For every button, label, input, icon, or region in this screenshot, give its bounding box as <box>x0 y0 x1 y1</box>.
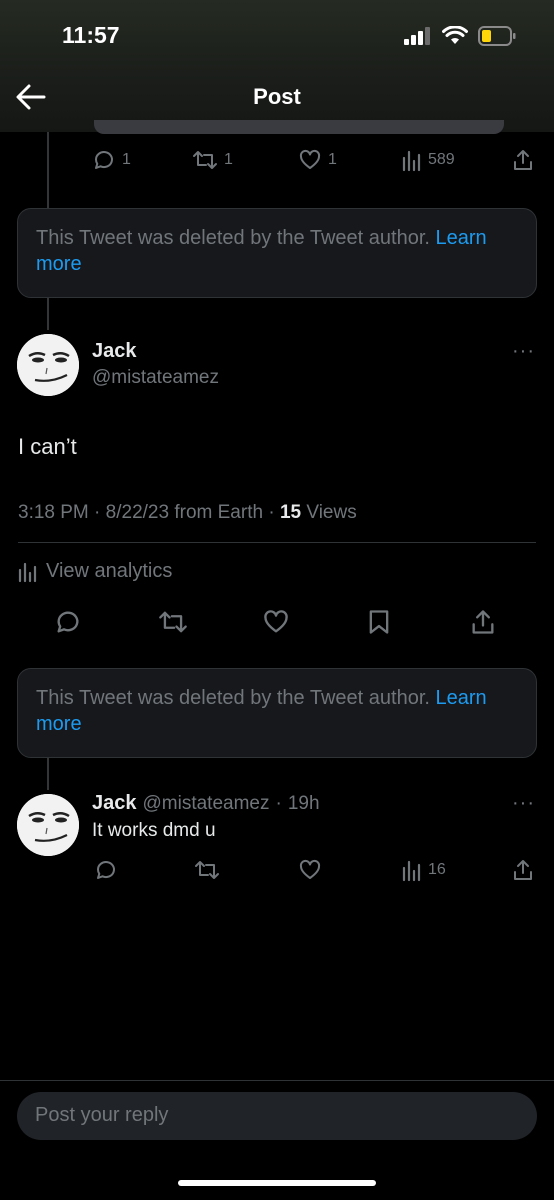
share-icon <box>514 860 532 880</box>
tweet-date[interactable]: 8/22/23 <box>106 502 169 523</box>
share-action[interactable] <box>512 148 534 172</box>
media-preview-edge[interactable] <box>94 120 504 134</box>
avatar[interactable] <box>17 794 79 856</box>
author-handle[interactable]: @mistateamez <box>92 367 219 389</box>
reply-count: 1 <box>122 151 131 168</box>
like-action[interactable] <box>298 858 322 882</box>
wifi-icon <box>442 26 468 44</box>
reply-age: 19h <box>287 793 320 814</box>
reply-author-name[interactable]: Jack <box>92 792 137 815</box>
share-action[interactable] <box>512 858 534 882</box>
page-title: Post <box>253 84 301 109</box>
heart-icon <box>264 610 288 633</box>
author-name[interactable]: Jack <box>92 340 137 363</box>
status-icons <box>404 26 516 46</box>
view-analytics-label: View analytics <box>46 560 173 582</box>
bar-chart-icon <box>402 860 421 882</box>
reply-composer-input[interactable]: Post your reply <box>17 1092 537 1140</box>
deleted-tweet-notice: This Tweet was deleted by the Tweet auth… <box>17 668 537 758</box>
parent-action-row: 1 1 1 589 <box>0 142 554 182</box>
reply-header: Jack @mistateamez · 19h <box>92 792 320 815</box>
views-action[interactable]: 16 <box>402 858 446 882</box>
reply-icon <box>95 151 113 169</box>
composer-divider <box>0 1080 554 1081</box>
tweet-source: from Earth <box>174 502 264 523</box>
views-action[interactable]: 589 <box>402 148 455 172</box>
share-button[interactable] <box>470 608 496 636</box>
tweet-text: I can’t <box>18 434 77 459</box>
deleted-tweet-notice: This Tweet was deleted by the Tweet auth… <box>17 208 537 298</box>
share-icon <box>514 150 532 170</box>
avatar-face-image <box>17 794 79 856</box>
view-analytics-button[interactable]: View analytics <box>18 560 172 583</box>
learn-more-link[interactable]: Learn <box>436 687 487 709</box>
deleted-notice-text: This Tweet was deleted by the Tweet auth… <box>36 687 430 709</box>
views-count: 16 <box>428 861 446 878</box>
thread-line <box>47 758 49 790</box>
tweet-time[interactable]: 3:18 PM <box>18 502 89 523</box>
retweet-icon <box>193 151 217 169</box>
bookmark-button[interactable] <box>366 608 392 636</box>
status-time: 11:57 <box>62 22 120 48</box>
like-button[interactable] <box>262 608 290 636</box>
share-icon <box>472 610 494 634</box>
learn-more-link[interactable]: Learn <box>436 227 487 249</box>
deleted-notice-text: This Tweet was deleted by the Tweet auth… <box>36 227 430 249</box>
reply-icon <box>57 611 79 633</box>
like-action[interactable]: 1 <box>298 148 337 172</box>
retweet-count: 1 <box>224 151 233 168</box>
home-indicator[interactable] <box>178 1180 376 1186</box>
heart-icon <box>299 149 321 169</box>
divider <box>18 542 536 543</box>
reply-action[interactable]: 1 <box>92 148 131 172</box>
reply-button[interactable] <box>54 608 82 636</box>
bookmark-icon <box>369 610 389 634</box>
reply-author-handle[interactable]: @mistateamez <box>143 793 270 815</box>
tweet-meta: 3:18 PM · 8/22/23 from Earth · 15 Views <box>18 502 357 523</box>
retweet-action[interactable]: 1 <box>192 148 233 172</box>
avatar[interactable] <box>17 334 79 396</box>
bar-chart-icon <box>402 150 421 172</box>
reply-icon <box>97 861 115 879</box>
top-header <box>0 0 554 132</box>
bar-chart-icon <box>18 562 37 582</box>
more-options-icon[interactable]: ··· <box>512 340 535 363</box>
learn-more-link-cont[interactable]: more <box>36 713 82 735</box>
retweet-icon <box>195 861 219 879</box>
avatar-face-image <box>17 334 79 396</box>
retweet-button[interactable] <box>158 608 188 636</box>
heart-icon <box>299 859 321 879</box>
signal-icon <box>404 27 430 45</box>
retweet-action[interactable] <box>194 858 220 882</box>
views-count: 589 <box>428 151 455 168</box>
thread-line <box>47 298 49 330</box>
like-count: 1 <box>328 151 337 168</box>
reply-action-row: 16 <box>0 852 554 892</box>
battery-icon <box>478 26 516 46</box>
reply-text: It works dmd u <box>92 820 216 841</box>
learn-more-link-cont[interactable]: more <box>36 253 82 275</box>
retweet-icon <box>159 611 187 633</box>
more-options-icon[interactable]: ··· <box>512 792 535 815</box>
main-action-row <box>0 604 554 644</box>
tweet-views-count: 15 <box>279 502 302 523</box>
separator-dot: · <box>275 793 282 814</box>
tweet-views-label: Views <box>306 502 357 523</box>
reply-action[interactable] <box>94 858 118 882</box>
